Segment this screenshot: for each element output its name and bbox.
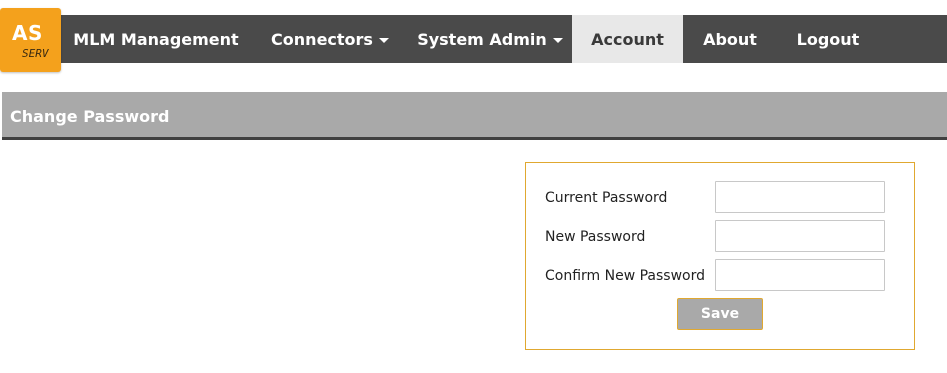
page: MLM Management Connectors System Admin A… (0, 0, 947, 373)
section-header: Change Password (2, 92, 947, 140)
confirm-new-password-label: Confirm New Password (545, 268, 706, 284)
nav-item-label: Logout (796, 29, 860, 49)
page-title: Change Password (10, 107, 170, 126)
save-button[interactable]: Save (677, 298, 763, 330)
nav-item-label: Connectors (271, 29, 373, 49)
app-logo[interactable]: AS SERV (0, 8, 61, 72)
new-password-label: New Password (545, 229, 646, 245)
caret-down-icon (378, 37, 389, 43)
nav-item-label: System Admin (417, 29, 547, 49)
new-password-field[interactable] (715, 220, 885, 252)
nav-item-account[interactable]: Account (572, 15, 683, 63)
nav-item-mlm-management[interactable]: MLM Management (62, 15, 250, 63)
nav-item-label: MLM Management (73, 29, 239, 49)
nav-item-logout[interactable]: Logout (780, 15, 876, 63)
nav-item-about[interactable]: About (683, 15, 777, 63)
logo-sub-text: SERV (22, 47, 49, 60)
current-password-label: Current Password (545, 190, 668, 206)
top-navbar: MLM Management Connectors System Admin A… (0, 15, 947, 63)
current-password-field[interactable] (715, 181, 885, 213)
nav-item-label: Account (591, 29, 664, 49)
confirm-new-password-field[interactable] (715, 259, 885, 291)
nav-item-label: About (703, 29, 757, 49)
change-password-form: Current Password New Password Confirm Ne… (525, 162, 915, 350)
nav-item-system-admin[interactable]: System Admin (408, 15, 572, 63)
nav-item-connectors[interactable]: Connectors (260, 15, 400, 63)
logo-main-text: AS (12, 21, 43, 45)
caret-down-icon (552, 37, 563, 43)
